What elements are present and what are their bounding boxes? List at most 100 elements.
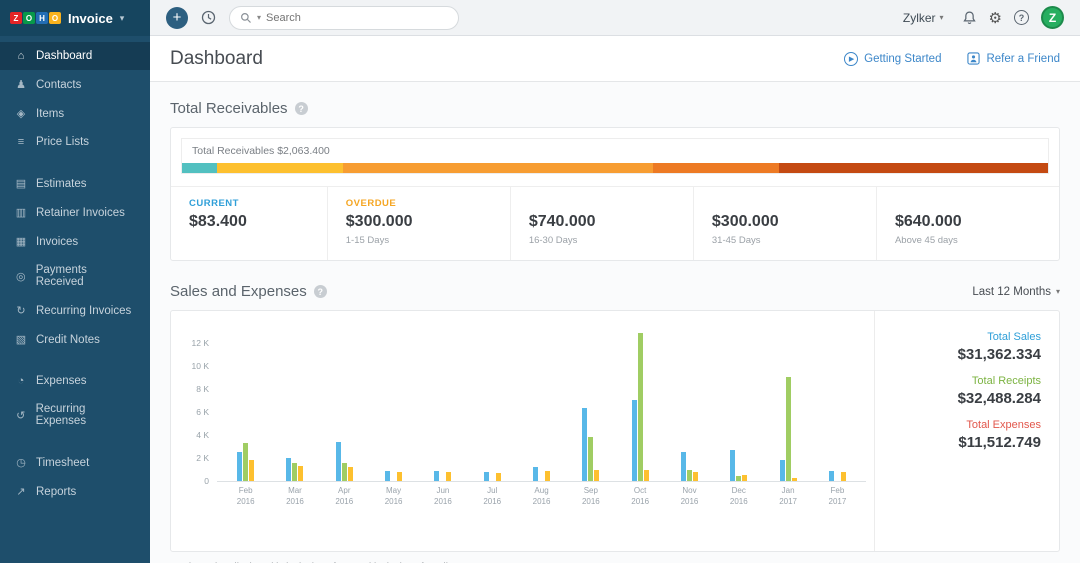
quick-create-button[interactable]: + bbox=[166, 7, 188, 29]
x-tick-label: Dec2016 bbox=[730, 486, 748, 508]
bar-sales bbox=[829, 471, 834, 481]
chevron-down-icon: ▾ bbox=[1056, 287, 1060, 296]
user-avatar[interactable]: Z bbox=[1041, 6, 1064, 29]
sidebar-item-label: Price Lists bbox=[36, 136, 89, 148]
sidebar-item-label: Payments Received bbox=[36, 264, 136, 288]
payments-received-icon: ◎ bbox=[14, 270, 28, 283]
chart-bars bbox=[533, 331, 550, 481]
receivables-column-2: $740.00016-30 Days bbox=[510, 187, 693, 260]
x-tick-label: Feb2017 bbox=[829, 486, 847, 508]
zoho-logo-icon: ZOHO bbox=[10, 12, 61, 24]
bar-receipts bbox=[786, 377, 791, 481]
search-input[interactable] bbox=[266, 12, 448, 24]
receivables-column-label bbox=[895, 198, 1041, 211]
sidebar-item-retainer-invoices[interactable]: ▥Retainer Invoices bbox=[0, 198, 150, 227]
chart-bars bbox=[237, 331, 254, 481]
info-icon[interactable]: ? bbox=[314, 285, 327, 298]
bar-receipts bbox=[342, 463, 347, 481]
receivables-summary: Total Receivables $2,063.400 bbox=[181, 138, 1049, 174]
bar-expenses bbox=[446, 472, 451, 481]
receivables-bar-label: Total Receivables $2,063.400 bbox=[182, 139, 1048, 163]
y-tick-label: 4 K bbox=[196, 430, 209, 440]
total-receipts-label: Total Receipts bbox=[893, 375, 1041, 387]
refer-person-icon bbox=[967, 52, 980, 65]
sidebar-item-label: Credit Notes bbox=[36, 334, 100, 346]
global-search[interactable]: ▾ bbox=[229, 6, 459, 30]
brand-product-name: Invoice bbox=[68, 11, 113, 26]
receivables-section-header: Total Receivables ? bbox=[170, 100, 1060, 117]
sidebar-group: ◔Expenses↺Recurring Expenses bbox=[0, 367, 150, 435]
sidebar-group: ⌂Dashboard♟Contacts◈Items≡Price Lists bbox=[0, 42, 150, 156]
chart-bars bbox=[336, 331, 353, 481]
bar-expenses bbox=[249, 460, 254, 481]
receivables-column-3: $300.00031-45 Days bbox=[693, 187, 876, 260]
sidebar-item-recurring-expenses[interactable]: ↺Recurring Expenses bbox=[0, 395, 150, 435]
notifications-button[interactable] bbox=[962, 10, 977, 26]
bar-receipts bbox=[292, 463, 297, 481]
receivables-column-label: OVERDUE bbox=[346, 198, 492, 211]
sidebar-item-contacts[interactable]: ♟Contacts bbox=[0, 70, 150, 99]
sidebar-item-invoices[interactable]: ▦Invoices bbox=[0, 227, 150, 256]
receivables-column-amount: $300.000 bbox=[346, 213, 492, 231]
recurring-invoices-icon: ↻ bbox=[14, 304, 28, 317]
receivables-column-amount: $740.000 bbox=[529, 213, 675, 231]
sidebar-item-estimates[interactable]: ▤ Estimates bbox=[0, 169, 150, 198]
sidebar-item-timesheet[interactable]: ◷Timesheet bbox=[0, 448, 150, 477]
chart-bars bbox=[582, 331, 599, 481]
sidebar-item-payments-received[interactable]: ◎ Payments Received bbox=[0, 256, 150, 296]
bar-sales bbox=[336, 442, 341, 481]
org-switcher[interactable]: Zylker ▾ bbox=[903, 11, 944, 25]
sidebar-item-recurring-invoices[interactable]: ↻Recurring Invoices bbox=[0, 296, 150, 325]
bar-expenses bbox=[693, 472, 698, 481]
brand-logo[interactable]: ZOHO Invoice ▾ bbox=[0, 0, 150, 36]
sidebar-item-price-lists[interactable]: ≡Price Lists bbox=[0, 128, 150, 156]
chart-baseline bbox=[217, 481, 866, 482]
help-button[interactable]: ? bbox=[1014, 10, 1029, 25]
y-tick-label: 0 bbox=[204, 476, 209, 486]
sidebar-item-items[interactable]: ◈Items bbox=[0, 99, 150, 128]
refer-friend-link[interactable]: Refer a Friend bbox=[967, 52, 1060, 65]
sidebar-item-dashboard[interactable]: ⌂Dashboard bbox=[0, 42, 150, 70]
x-tick-label: Nov2016 bbox=[681, 486, 699, 508]
receivables-columns: CURRENT$83.400OVERDUE$300.0001-15 Days$7… bbox=[171, 186, 1059, 260]
total-receivables-card: Total Receivables $2,063.400 CURRENT$83.… bbox=[170, 127, 1060, 261]
sidebar-item-label: Estimates bbox=[36, 178, 87, 190]
sidebar-item-label: Expenses bbox=[36, 375, 87, 387]
sidebar-item-label: Reports bbox=[36, 486, 76, 498]
total-sales-label: Total Sales bbox=[893, 331, 1041, 343]
receivables-column-amount: $300.000 bbox=[712, 213, 858, 231]
sidebar-nav: ⌂Dashboard♟Contacts◈Items≡Price Lists ▤ Es… bbox=[0, 36, 150, 563]
search-icon bbox=[240, 12, 252, 24]
zoho-logo-letter: O bbox=[49, 12, 61, 24]
history-clock-icon bbox=[200, 9, 217, 26]
bar-sales bbox=[286, 458, 291, 481]
credit-notes-icon: ▧ bbox=[14, 333, 28, 346]
sidebar-item-label: Dashboard bbox=[36, 50, 92, 62]
sidebar-item-label: Recurring Expenses bbox=[36, 403, 136, 427]
receivables-column-label bbox=[712, 198, 858, 211]
getting-started-link[interactable]: ▶ Getting Started bbox=[844, 52, 941, 66]
recent-activity-button[interactable] bbox=[200, 9, 217, 26]
info-icon[interactable]: ? bbox=[295, 102, 308, 115]
settings-button[interactable]: ⚙ bbox=[989, 9, 1002, 27]
search-category-chevron-icon[interactable]: ▾ bbox=[257, 13, 261, 22]
y-tick-label: 12 K bbox=[192, 338, 210, 348]
avatar-letter: Z bbox=[1049, 11, 1056, 25]
sidebar-item-expenses[interactable]: ◔Expenses bbox=[0, 367, 150, 395]
sidebar-item-reports[interactable]: ↗Reports bbox=[0, 477, 150, 506]
chart-bars bbox=[434, 331, 451, 481]
estimates-icon: ▤ bbox=[14, 177, 28, 190]
sidebar-group: ◷Timesheet↗Reports bbox=[0, 448, 150, 506]
sidebar-item-credit-notes[interactable]: ▧ Credit Notes bbox=[0, 325, 150, 354]
timesheet-icon: ◷ bbox=[14, 456, 28, 469]
receivables-section-title: Total Receivables bbox=[170, 100, 288, 117]
chart-bars bbox=[286, 331, 303, 481]
chart-area: 02 K4 K6 K8 K10 K12 K Feb2016Mar2016Apr2… bbox=[171, 311, 874, 551]
bar-expenses bbox=[644, 470, 649, 482]
chevron-down-icon: ▾ bbox=[120, 13, 125, 24]
date-range-selector[interactable]: Last 12 Months ▾ bbox=[972, 286, 1060, 298]
total-expenses-label: Total Expenses bbox=[893, 419, 1041, 431]
bell-icon bbox=[962, 10, 977, 26]
bar-receipts bbox=[243, 443, 248, 481]
bar-sales bbox=[780, 460, 785, 481]
